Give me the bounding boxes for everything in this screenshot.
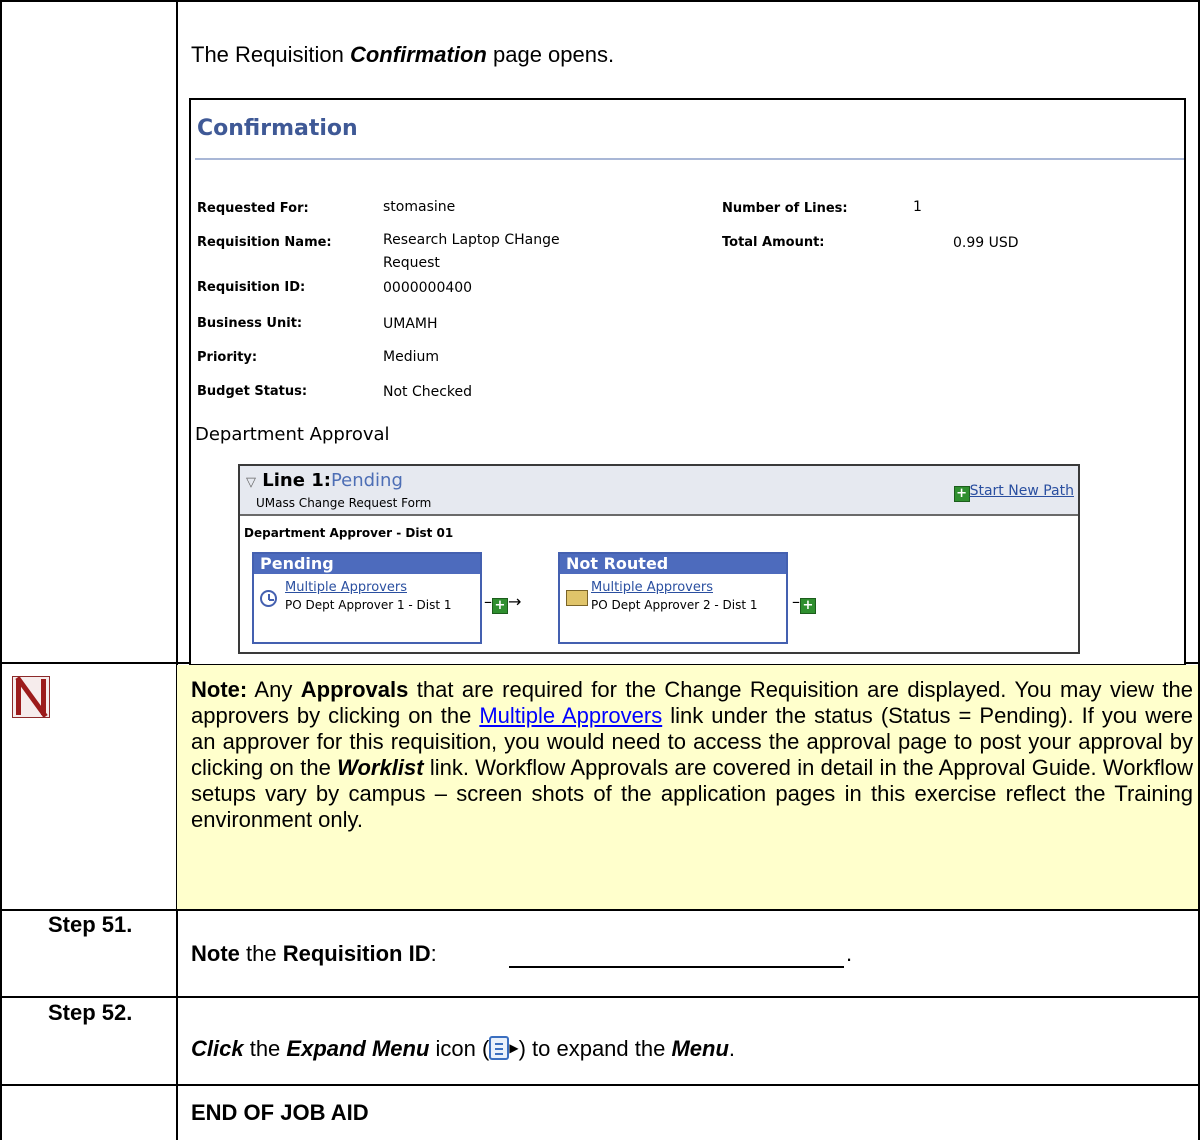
step-text: :: [430, 941, 437, 966]
approval-node-pending: Pending Multiple Approvers PO Dept Appro…: [252, 552, 482, 644]
step-51-label: Step 51.: [48, 912, 133, 937]
page-title: Confirmation: [197, 116, 358, 141]
department-approval-heading: Department Approval: [195, 424, 390, 445]
business-unit-label: Business Unit:: [197, 316, 303, 331]
end-of-job-aid: END OF JOB AID: [191, 1100, 369, 1125]
connector-dash: –: [792, 592, 800, 611]
caret-right-icon: ▶: [509, 1041, 519, 1055]
currency-code: USD: [988, 235, 1019, 251]
step-menu: Menu: [671, 1036, 729, 1061]
priority-label: Priority:: [197, 350, 258, 365]
intro-emphasis: Confirmation: [349, 42, 487, 67]
step-verb: Note: [191, 941, 240, 966]
intro-text: The Requisition: [191, 42, 350, 67]
step-text: the: [243, 1036, 287, 1061]
requested-for-label: Requested For:: [197, 201, 309, 216]
step-52-label: Step 52.: [48, 1000, 133, 1025]
insert-approver-plus-icon[interactable]: +: [800, 598, 816, 614]
note-text-part: Any: [247, 677, 301, 702]
row-divider: [0, 909, 1200, 911]
node-status: Not Routed: [560, 554, 786, 574]
table-column-divider: [176, 0, 178, 1140]
line-title[interactable]: ▽ Line 1:Pending: [246, 470, 403, 491]
step-text: ) to expand the: [518, 1036, 672, 1061]
note-label: Note:: [191, 677, 248, 702]
step-text: the: [239, 941, 283, 966]
number-of-lines-label: Number of Lines:: [722, 201, 848, 216]
requisition-name-value-line1: Research Laptop CHange: [383, 232, 560, 248]
line-status: Pending: [330, 470, 403, 491]
node-status: Pending: [254, 554, 480, 574]
title-rule: [195, 158, 1184, 160]
approval-step-header: Department Approver - Dist 01: [244, 526, 454, 540]
insert-approver-plus-icon[interactable]: +: [492, 598, 508, 614]
multiple-approvers-doc-link[interactable]: Multiple Approvers: [479, 703, 662, 728]
collapse-triangle-icon[interactable]: ▽: [246, 475, 256, 490]
intro-text-end: page opens.: [486, 42, 615, 67]
fill-in-blank-line: [509, 966, 844, 968]
line-label: Line 1:: [262, 470, 331, 491]
node-connector: – + →: [484, 592, 521, 614]
start-new-path-link[interactable]: + Start New Path: [953, 483, 1074, 502]
step-text: .: [728, 1036, 736, 1061]
priority-value: Medium: [383, 349, 439, 365]
step-field: Requisition ID: [282, 941, 431, 966]
step-51-period: .: [846, 941, 853, 966]
form-name: UMass Change Request Form: [256, 496, 432, 510]
intro-sentence: The Requisition Confirmation page opens.: [191, 42, 614, 68]
arrow-right-icon: →: [508, 592, 522, 611]
row-divider: [0, 996, 1200, 998]
step-field: Expand Menu: [286, 1036, 430, 1061]
row-divider: [0, 1084, 1200, 1086]
connector-dash: –: [484, 592, 492, 611]
start-new-path-label: Start New Path: [969, 483, 1074, 499]
requisition-name-value-line2: Request: [383, 255, 440, 271]
total-amount-value: 0.99 USD: [953, 233, 1019, 254]
confirmation-screenshot: Confirmation Requested For: stomasine Re…: [189, 98, 1186, 666]
step-verb: Click: [191, 1036, 244, 1061]
requisition-id-value: 0000000400: [383, 280, 473, 296]
approver-subtitle: PO Dept Approver 2 - Dist 1: [591, 598, 758, 612]
table-border-left: [0, 0, 2, 1140]
requested-for-value: stomasine: [383, 199, 456, 215]
note-approvals: Approvals: [300, 677, 409, 702]
budget-status-label: Budget Status:: [197, 384, 308, 399]
approval-map: ▽ Line 1:Pending UMass Change Request Fo…: [238, 464, 1080, 654]
approval-line-header: ▽ Line 1:Pending UMass Change Request Fo…: [240, 466, 1078, 516]
requisition-name-label: Requisition Name:: [197, 235, 332, 250]
multiple-approvers-link[interactable]: Multiple Approvers: [285, 580, 407, 595]
requisition-id-label: Requisition ID:: [197, 280, 306, 295]
clock-icon: [260, 590, 277, 607]
expand-menu-icon: [489, 1036, 510, 1060]
inbox-tray-icon: [566, 590, 588, 606]
approver-subtitle: PO Dept Approver 1 - Dist 1: [285, 598, 452, 612]
business-unit-value: UMAMH: [383, 316, 438, 332]
note-worklist: Worklist: [337, 755, 424, 780]
table-border-top: [0, 0, 1200, 2]
step-51-instruction: Note the Requisition ID:: [191, 941, 437, 967]
total-amount-number: 0.99: [953, 235, 985, 251]
number-of-lines-value: 1: [913, 199, 922, 215]
note-text: Note: Any Approvals that are required fo…: [191, 677, 1193, 833]
budget-status-value: Not Checked: [383, 384, 473, 400]
note-n-icon: [12, 676, 50, 718]
plus-icon: +: [953, 486, 970, 502]
node-connector-end: – +: [792, 592, 816, 614]
step-52-instruction: Click the Expand Menu icon ( ▶) to expand…: [191, 1036, 735, 1062]
multiple-approvers-link[interactable]: Multiple Approvers: [591, 580, 713, 595]
approval-node-not-routed: Not Routed Multiple Approvers PO Dept Ap…: [558, 552, 788, 644]
step-text: icon (: [429, 1036, 490, 1061]
total-amount-label: Total Amount:: [722, 235, 825, 250]
